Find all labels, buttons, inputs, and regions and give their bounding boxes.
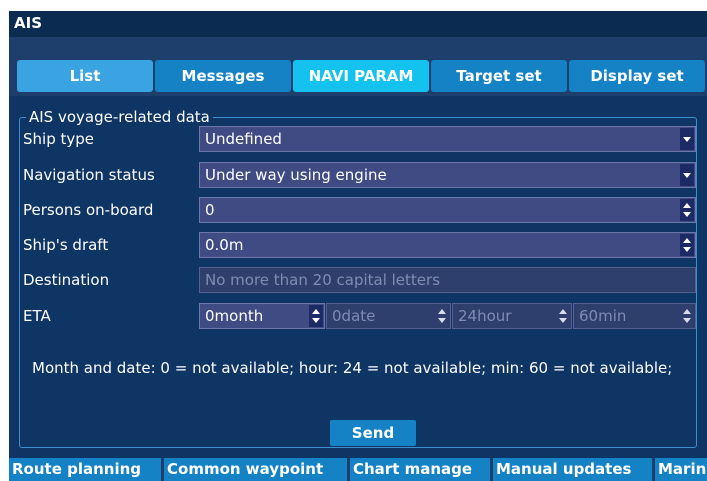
draft-input[interactable]: 0.0m xyxy=(199,232,696,258)
tab-navi-param[interactable]: NAVI PARAM xyxy=(293,60,429,92)
persons-label: Persons on-board xyxy=(23,201,154,219)
navi-param-panel: AIS voyage-related data Ship type Undefi… xyxy=(9,96,707,458)
tab-target-set[interactable]: Target set xyxy=(431,60,567,92)
eta-date-value: 0date xyxy=(332,307,376,325)
group-title: AIS voyage-related data xyxy=(26,108,213,126)
ship-type-dropdown-icon[interactable] xyxy=(680,128,694,150)
draft-label: Ship's draft xyxy=(23,236,109,254)
ship-type-value: Undefined xyxy=(205,130,282,148)
eta-month-value: 0month xyxy=(205,307,264,325)
tab-display-set[interactable]: Display set xyxy=(569,60,705,92)
draft-value: 0.0m xyxy=(205,236,244,254)
eta-date-spinner-icon[interactable] xyxy=(435,305,449,327)
ship-type-select[interactable]: Undefined xyxy=(199,126,696,152)
eta-min-spinner-icon[interactable] xyxy=(680,305,694,327)
eta-hour-input[interactable]: 24hour xyxy=(452,303,572,329)
availability-note: Month and date: 0 = not available; hour:… xyxy=(32,359,673,377)
tab-list[interactable]: List xyxy=(17,60,153,92)
tab-bar: List Messages NAVI PARAM Target set Disp… xyxy=(9,50,707,96)
eta-min-value: 60min xyxy=(579,307,627,325)
ais-window: AIS List Messages NAVI PARAM Target set … xyxy=(9,11,707,458)
eta-date-input[interactable]: 0date xyxy=(326,303,451,329)
window-title: AIS xyxy=(14,14,42,32)
eta-month-spinner-icon[interactable] xyxy=(309,305,323,327)
nav-status-dropdown-icon[interactable] xyxy=(680,164,694,186)
tab-messages[interactable]: Messages xyxy=(155,60,291,92)
bottom-tab-bar: Route planning Common waypoint Chart man… xyxy=(9,458,707,481)
draft-spinner-icon[interactable] xyxy=(680,234,694,256)
nav-status-value: Under way using engine xyxy=(205,166,387,184)
persons-spinner-icon[interactable] xyxy=(680,199,694,221)
eta-min-input[interactable]: 60min xyxy=(573,303,696,329)
persons-input[interactable]: 0 xyxy=(199,197,696,223)
bottom-tab-common-waypoint[interactable]: Common waypoint xyxy=(164,458,347,481)
destination-input[interactable]: No more than 20 capital letters xyxy=(199,267,696,293)
title-bar: AIS xyxy=(9,11,707,37)
ship-type-label: Ship type xyxy=(23,130,94,148)
eta-hour-value: 24hour xyxy=(458,307,512,325)
destination-placeholder: No more than 20 capital letters xyxy=(205,271,441,289)
nav-status-label: Navigation status xyxy=(23,166,155,184)
persons-value: 0 xyxy=(205,201,215,219)
nav-status-select[interactable]: Under way using engine xyxy=(199,162,696,188)
eta-label: ETA xyxy=(23,307,51,325)
bottom-tab-chart-manage[interactable]: Chart manage xyxy=(350,458,490,481)
destination-label: Destination xyxy=(23,271,110,289)
eta-hour-spinner-icon[interactable] xyxy=(556,305,570,327)
bottom-tab-route-planning[interactable]: Route planning xyxy=(9,458,161,481)
bottom-tab-marin[interactable]: Marin xyxy=(655,458,707,481)
eta-month-input[interactable]: 0month xyxy=(199,303,325,329)
send-button[interactable]: Send xyxy=(330,420,416,446)
bottom-tab-manual-updates[interactable]: Manual updates xyxy=(493,458,652,481)
